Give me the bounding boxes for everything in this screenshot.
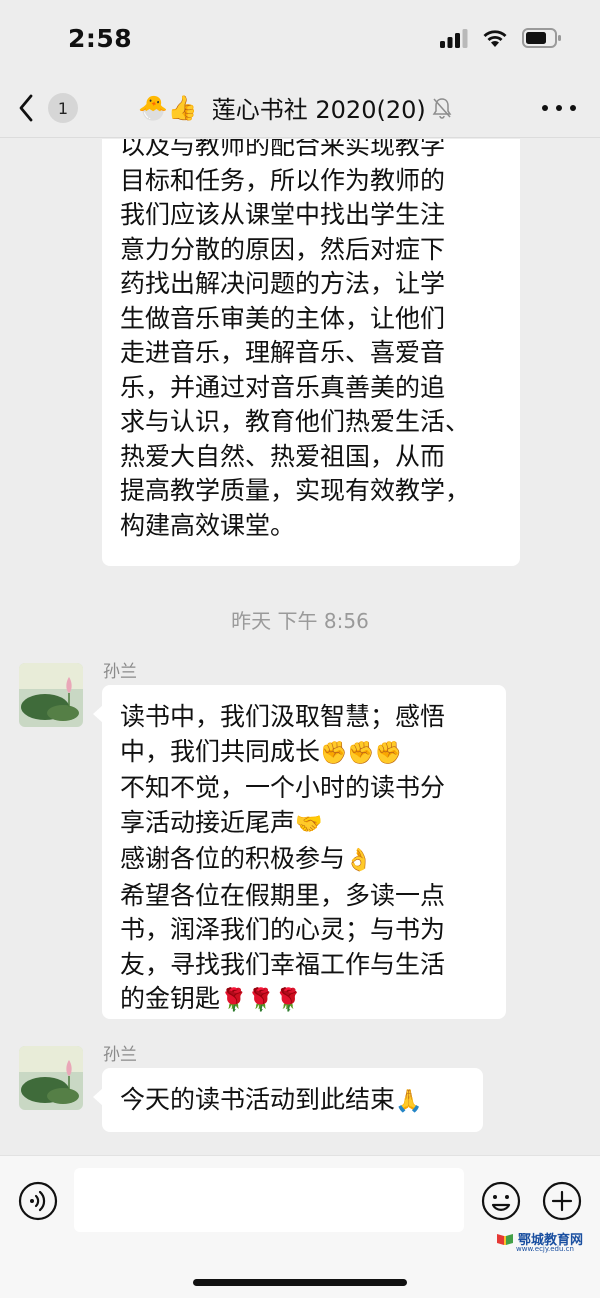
message-text: 感谢各位的积极参与 xyxy=(120,844,346,873)
message-timestamp: 昨天 下午 8:56 xyxy=(231,609,369,633)
message-line: 意力分散的原因，然后对症下 xyxy=(120,234,446,264)
status-icons xyxy=(440,28,562,48)
message-line: 今天的读书活动到此结束🙏 xyxy=(120,1083,465,1120)
message-list[interactable]: 以及与教师的配合来实现教学 目标和任务，所以作为教师的 我们应该从课堂中找出学生… xyxy=(0,139,600,1155)
message-text: 的金钥匙 xyxy=(120,984,221,1013)
ok-hand-emoji-icon: 👌 xyxy=(345,848,373,873)
handshake-emoji-icon: 🤝 xyxy=(295,811,323,837)
message-bubble-previous[interactable]: 以及与教师的配合来实现教学 目标和任务，所以作为教师的 我们应该从课堂中找出学生… xyxy=(102,139,520,566)
book-logo-icon xyxy=(497,1233,513,1245)
message-text: 中，我们共同成长 xyxy=(120,736,321,766)
watermark-url: www.ecjy.edu.cn xyxy=(516,1245,574,1253)
more-dot-icon xyxy=(542,105,548,111)
more-options-button[interactable] xyxy=(542,96,576,120)
lotus-avatar-icon xyxy=(19,1046,83,1110)
message-text: 今天的读书活动到此结束 xyxy=(120,1085,396,1114)
cellular-signal-icon xyxy=(440,29,468,48)
message-bubble[interactable]: 今天的读书活动到此结束🙏 xyxy=(93,1068,483,1132)
group-name: 莲心书社 2020(20) xyxy=(211,96,426,124)
message-line: 生做音乐审美的主体，让他们 xyxy=(120,303,446,333)
more-dot-icon xyxy=(570,105,576,111)
chat-header: 1 🐣👍 莲心书社 2020(20) xyxy=(0,80,600,138)
message-line: 友，寻找我们幸福工作与生活 xyxy=(120,949,446,979)
message-bubble[interactable]: 读书中，我们汲取智慧；感悟 中，我们共同成长✊✊✊ 不知不觉，一个小时的读书分 … xyxy=(93,685,506,1019)
battery-icon xyxy=(522,28,561,48)
message-line: 提高教学质量，实现有效教学， xyxy=(120,476,471,505)
avatar[interactable] xyxy=(19,663,83,727)
message-text: 享活动接近尾声 xyxy=(120,807,296,837)
voice-input-button[interactable] xyxy=(18,1181,58,1221)
message-line: 的金钥匙🌹🌹🌹 xyxy=(120,982,488,1019)
message-line: 走进音乐，理解音乐、喜爱音 xyxy=(120,338,446,367)
message-input[interactable] xyxy=(74,1168,464,1232)
message-line: 感谢各位的积极参与👌 xyxy=(120,842,488,879)
voice-icon xyxy=(18,1181,58,1221)
plus-icon xyxy=(542,1181,582,1221)
mute-bell-icon xyxy=(432,97,452,119)
back-button[interactable]: 1 xyxy=(18,88,92,128)
sender-name: 孙兰 xyxy=(103,1045,137,1065)
message-line: 中，我们共同成长✊✊✊ xyxy=(120,735,488,772)
smiley-face-icon xyxy=(481,1181,521,1221)
status-time: 2:58 xyxy=(68,24,133,53)
chat-title[interactable]: 🐣👍 莲心书社 2020(20) xyxy=(138,90,452,125)
sender-name: 孙兰 xyxy=(103,662,137,682)
status-bar: 2:58 xyxy=(0,0,600,80)
message-line: 我们应该从课堂中找出学生注 xyxy=(120,200,446,229)
praying-hands-emoji-icon: 🙏 xyxy=(395,1089,423,1114)
fist-emoji-icon: ✊✊✊ xyxy=(320,740,403,766)
message-line: 享活动接近尾声🤝 xyxy=(120,806,488,843)
message-line: 构建高效课堂。 xyxy=(120,510,296,540)
wifi-icon xyxy=(483,30,507,47)
lotus-avatar-icon xyxy=(19,663,83,727)
more-functions-button[interactable] xyxy=(542,1181,582,1221)
message-line: 目标和任务，所以作为教师的 xyxy=(120,165,446,195)
rose-emoji-icon: 🌹🌹🌹 xyxy=(220,988,303,1013)
watermark: 鄂城教育网 www.ecjy.edu.cn xyxy=(496,1229,583,1253)
message-line: 乐，并通过对音乐真善美的追 xyxy=(120,372,446,402)
title-emojis: 🐣👍 xyxy=(138,93,198,122)
unread-count-badge: 1 xyxy=(48,93,78,123)
message-line: 以及与教师的配合来实现教学 xyxy=(120,139,446,160)
home-indicator[interactable] xyxy=(193,1279,407,1286)
message-line: 读书中，我们汲取智慧；感悟 xyxy=(120,702,446,731)
message-line: 希望各位在假期里，多读一点 xyxy=(120,880,446,910)
input-bar: 鄂城教育网 www.ecjy.edu.cn xyxy=(0,1155,600,1298)
message-line: 求与认识，教育他们热爱生活、 xyxy=(120,407,471,436)
message-line: 热爱大自然、热爱祖国，从而 xyxy=(120,441,446,471)
more-dot-icon xyxy=(556,105,562,111)
avatar[interactable] xyxy=(19,1046,83,1110)
message-line: 书，润泽我们的心灵；与书为 xyxy=(120,915,446,944)
message-line: 不知不觉，一个小时的读书分 xyxy=(120,773,446,802)
chevron-left-icon xyxy=(19,94,33,122)
message-line: 药找出解决问题的方法，让学 xyxy=(120,269,446,298)
emoji-button[interactable] xyxy=(481,1181,521,1221)
